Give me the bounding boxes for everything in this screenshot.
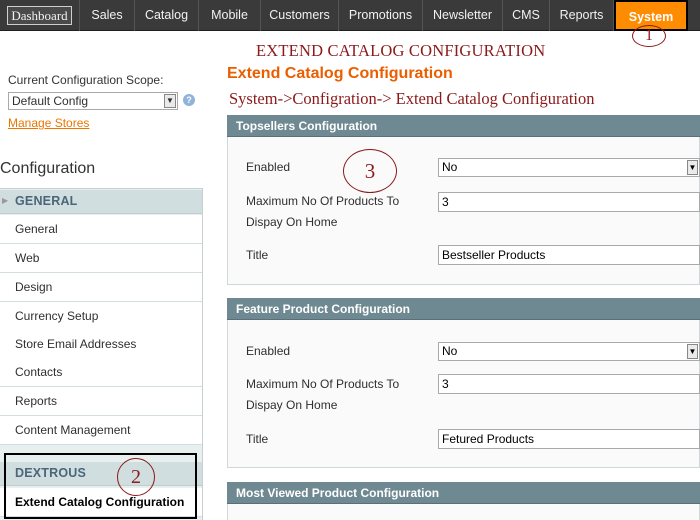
nav-catalog[interactable]: Catalog <box>135 0 199 31</box>
nav-dashboard-label: Dashboard <box>7 6 72 25</box>
sidebar-item-label: General <box>15 222 58 236</box>
nav-newsletter[interactable]: Newsletter <box>423 0 503 31</box>
annotation-marker-1: 1 <box>632 25 666 47</box>
top-navigation-bar: Dashboard Sales Catalog Mobile Customers… <box>0 0 700 31</box>
sidebar-item-web[interactable]: Web <box>0 244 202 273</box>
nav-sales[interactable]: Sales <box>80 0 135 31</box>
topsellers-max-label-line2: Dispay On Home <box>246 215 338 229</box>
nav-cms[interactable]: CMS <box>503 0 550 31</box>
sidebar-item-label: Currency Setup <box>15 309 99 323</box>
triangle-right-icon: ▶ <box>2 196 9 205</box>
topsellers-max-label: Maximum No Of Products To <box>246 194 400 208</box>
feature-panel-header[interactable]: Feature Product Configuration <box>227 298 700 320</box>
sidebar-title: Configuration <box>0 160 96 177</box>
annotation-highlight-box <box>4 453 197 519</box>
feature-title-input[interactable]: Fetured Products <box>438 429 700 449</box>
topsellers-enabled-label: Enabled <box>246 160 291 174</box>
chevron-down-icon: ▼ <box>687 160 698 175</box>
panel-header-label: Topsellers Configuration <box>236 119 378 133</box>
sidebar-item-contacts[interactable]: Contacts <box>0 358 202 387</box>
overlay-title: EXTEND CATALOG CONFIGURATION <box>256 41 546 60</box>
sidebar-item-content-management[interactable]: Content Management <box>0 416 202 445</box>
sidebar-group-label: GENERAL <box>15 194 78 208</box>
sidebar-item-general[interactable]: General <box>0 215 202 244</box>
feature-enabled-select[interactable]: No ▼ <box>438 342 700 361</box>
feature-max-input[interactable]: 3 <box>438 374 700 394</box>
feature-max-label-line2: Dispay On Home <box>246 398 338 412</box>
topsellers-panel-header[interactable]: Topsellers Configuration <box>227 115 700 137</box>
sidebar-item-label: Reports <box>15 394 58 408</box>
sidebar-item-design[interactable]: Design <box>0 273 202 302</box>
nav-promotions[interactable]: Promotions <box>339 0 423 31</box>
topsellers-max-input[interactable]: 3 <box>438 192 700 212</box>
feature-enabled-label: Enabled <box>246 344 291 358</box>
nav-reports[interactable]: Reports <box>550 0 614 31</box>
chevron-down-icon: ▼ <box>164 94 176 108</box>
scope-select-value: Default Config <box>12 94 89 108</box>
sidebar-item-store-email-addresses[interactable]: Store Email Addresses <box>0 330 202 359</box>
help-icon[interactable]: ? <box>183 94 195 106</box>
most-viewed-panel-header[interactable]: Most Viewed Product Configuration <box>227 482 700 504</box>
chevron-down-icon: ▼ <box>687 344 698 359</box>
sidebar-group-general[interactable]: ▶ GENERAL <box>0 190 202 214</box>
nav-dashboard[interactable]: Dashboard <box>0 0 80 31</box>
topsellers-enabled-select[interactable]: No ▼ <box>438 158 700 177</box>
select-value: No <box>442 344 458 358</box>
topsellers-title-input[interactable]: Bestseller Products <box>438 245 700 265</box>
sidebar-item-label: Design <box>15 280 53 294</box>
sidebar-item-label: Contacts <box>15 365 63 379</box>
feature-title-label: Title <box>246 432 269 446</box>
topsellers-title-label: Title <box>246 248 269 262</box>
panel-header-label: Most Viewed Product Configuration <box>236 486 440 500</box>
select-value: No <box>442 160 458 174</box>
sidebar-item-reports[interactable]: Reports <box>0 387 202 416</box>
sidebar-item-label: Content Management <box>15 423 131 437</box>
feature-max-label: Maximum No Of Products To <box>246 377 400 391</box>
sidebar-item-currency-setup[interactable]: Currency Setup <box>0 302 202 331</box>
sidebar-item-label: Web <box>15 251 40 265</box>
manage-stores-link[interactable]: Manage Stores <box>8 116 89 130</box>
scope-label: Current Configuration Scope: <box>8 73 164 87</box>
annotation-marker-2: 2 <box>117 458 155 496</box>
overlay-path: System->Configration-> Extend Catalog Co… <box>229 89 595 108</box>
page-title: Extend Catalog Configuration <box>227 65 453 82</box>
annotation-marker-3: 3 <box>343 149 397 193</box>
sidebar-item-label: Store Email Addresses <box>15 337 137 351</box>
panel-header-label: Feature Product Configuration <box>236 302 410 316</box>
nav-customers[interactable]: Customers <box>261 0 339 31</box>
nav-mobile[interactable]: Mobile <box>199 0 261 31</box>
scope-select[interactable]: Default Config ▼ <box>8 92 178 110</box>
